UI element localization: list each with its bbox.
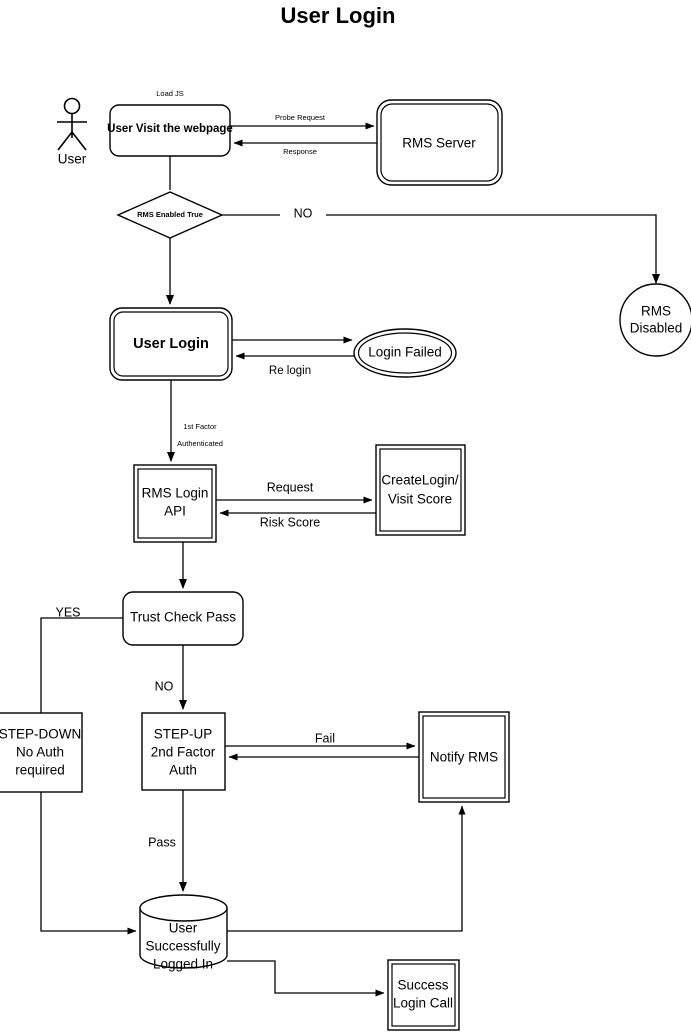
node-label: RMS Enabled True bbox=[137, 210, 203, 219]
edge-label-re-login: Re login bbox=[269, 365, 311, 377]
node-shape-top bbox=[139, 894, 228, 922]
node-step-up[interactable]: STEP-UP 2nd Factor Auth bbox=[141, 712, 226, 791]
node-label-line2: API bbox=[164, 504, 186, 519]
node-label-line1: STEP-UP bbox=[154, 727, 213, 742]
node-label-line2: No Auth bbox=[16, 745, 64, 760]
edge-label-no-trust: NO bbox=[155, 679, 174, 693]
node-label-line2: 2nd Factor bbox=[151, 745, 216, 760]
edge-label-risk-score: Risk Score bbox=[260, 515, 320, 529]
node-label-line1: RMS bbox=[641, 304, 671, 319]
edge-label-first-factor: 1st Factor bbox=[183, 422, 217, 431]
flowchart-diagram: User Login User Load JS User Visit the w… bbox=[0, 0, 691, 1033]
edge-label-fail: Fail bbox=[315, 731, 335, 745]
page-title: User Login bbox=[281, 3, 396, 28]
actor-label: User bbox=[58, 152, 87, 167]
edge-label-pass: Pass bbox=[148, 835, 176, 849]
edge-label-probe-request: Probe Request bbox=[275, 113, 326, 122]
node-label-line1: User bbox=[169, 921, 198, 936]
node-label-line3: Auth bbox=[169, 763, 197, 778]
node-label-line3: Logged In bbox=[153, 957, 213, 972]
node-user-visit-webpage[interactable]: User Visit the webpage bbox=[107, 104, 233, 157]
node-label: Trust Check Pass bbox=[130, 610, 236, 625]
edge-step-down-to-logged-in bbox=[40, 792, 137, 935]
node-label-line1: STEP-DOWN bbox=[0, 727, 81, 742]
actor-body-icon bbox=[57, 114, 87, 151]
node-login-failed[interactable]: Login Failed bbox=[353, 328, 457, 378]
node-rms-server[interactable]: RMS Server bbox=[376, 99, 503, 186]
edge-label-no-rms: NO bbox=[294, 206, 313, 220]
node-rms-disabled[interactable]: RMS Disabled bbox=[619, 283, 691, 357]
node-success-login-call[interactable]: Success Login Call bbox=[387, 959, 460, 1031]
node-step-down[interactable]: STEP-DOWN No Auth required bbox=[0, 712, 83, 793]
node-label-line3: required bbox=[15, 763, 65, 778]
node-shape-outer bbox=[375, 444, 466, 536]
node-label-line2: Visit Score bbox=[388, 492, 452, 507]
edge-no-to-rms-disabled bbox=[326, 214, 660, 284]
node-label: Notify RMS bbox=[430, 750, 498, 765]
edge-label-load-js: Load JS bbox=[156, 89, 184, 98]
node-user-login[interactable]: User Login bbox=[109, 307, 233, 381]
node-label-line2: Login Call bbox=[393, 996, 453, 1011]
actor-stick-figure-icon bbox=[63, 97, 81, 115]
node-label: User Visit the webpage bbox=[107, 123, 233, 135]
edge-logged-in-to-notify-rms bbox=[227, 805, 466, 932]
edge-yes-to-step-down bbox=[40, 617, 123, 713]
node-create-login-visit-score[interactable]: CreateLogin/ Visit Score bbox=[375, 444, 466, 536]
node-user-successfully-logged-in[interactable]: User Successfully Logged In bbox=[139, 894, 228, 972]
node-rms-enabled-decision[interactable]: RMS Enabled True bbox=[116, 191, 224, 239]
node-label: RMS Server bbox=[402, 136, 476, 151]
actor-user: User bbox=[57, 97, 87, 167]
node-trust-check-pass[interactable]: Trust Check Pass bbox=[122, 591, 244, 646]
node-rms-login-api[interactable]: RMS Login API bbox=[133, 464, 217, 543]
node-label: User Login bbox=[133, 336, 209, 352]
node-label-line1: CreateLogin/ bbox=[381, 473, 459, 488]
node-label: Login Failed bbox=[368, 345, 442, 360]
node-label-line1: Success bbox=[397, 978, 448, 993]
node-notify-rms[interactable]: Notify RMS bbox=[418, 711, 510, 803]
node-label-line1: RMS Login bbox=[142, 486, 209, 501]
edge-label-request: Request bbox=[267, 480, 314, 494]
node-label-line2: Disabled bbox=[630, 321, 683, 336]
edge-label-response: Response bbox=[283, 147, 317, 156]
edge-label-yes: YES bbox=[55, 605, 80, 619]
node-label-line2: Successfully bbox=[145, 939, 220, 954]
edge-logged-in-to-success-call bbox=[227, 960, 385, 997]
edge-label-authenticated: Authenticated bbox=[177, 439, 223, 448]
